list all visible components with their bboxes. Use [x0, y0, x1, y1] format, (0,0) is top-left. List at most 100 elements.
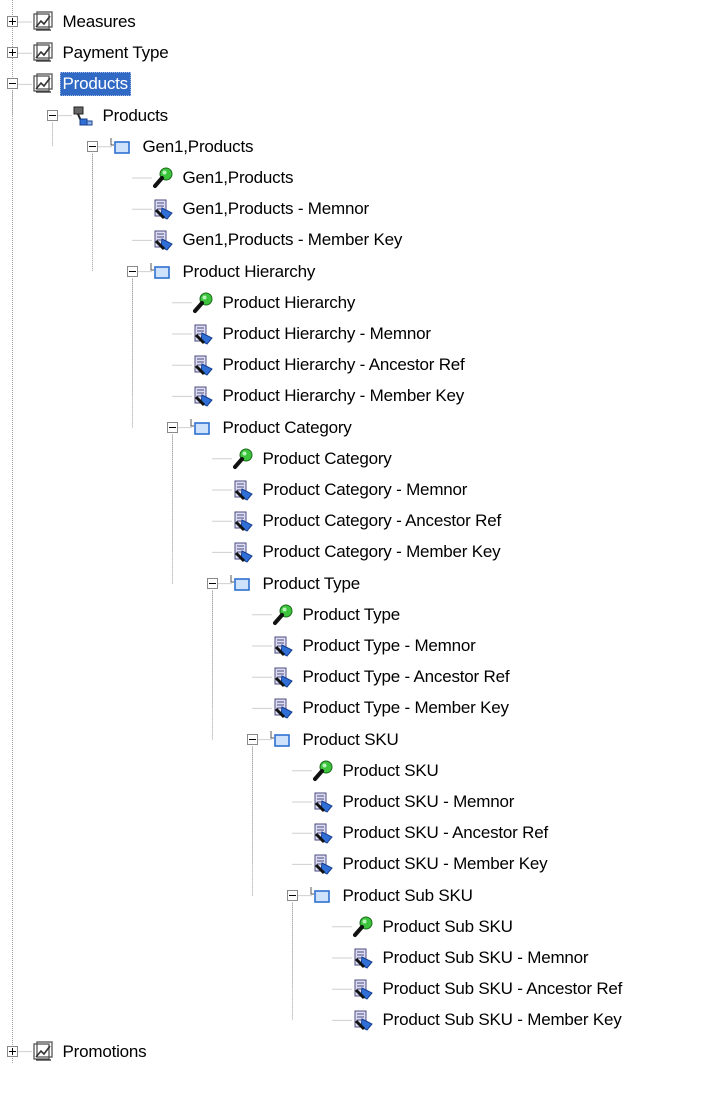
tree-item-label: Product Category - Memnor: [262, 480, 468, 499]
tree-item-gen1-products[interactable]: Gen1,Products: [86, 134, 717, 160]
dimension-icon: [32, 73, 54, 95]
tree-item-label: Gen1,Products - Memnor: [182, 199, 370, 219]
attribute-icon: [352, 947, 374, 969]
tree-item-measures[interactable]: Measures: [6, 9, 717, 35]
tree-item-label: Payment Type: [62, 43, 169, 63]
attribute-icon: [272, 697, 294, 720]
attribute-icon: [312, 791, 334, 813]
tree-item-payment-type[interactable]: Payment Type: [6, 40, 717, 66]
tree-item-label: Product Sub SKU - Ancestor Ref: [382, 979, 623, 999]
tree-item-product-type[interactable]: Product Type: [247, 602, 717, 628]
tree-item-label: Product Type - Member Key: [302, 698, 510, 718]
attribute-icon: [272, 666, 294, 688]
tree-item-label: Product SKU - Ancestor Ref: [342, 823, 549, 843]
tree-item-product-category-memnor[interactable]: Product Category - Memnor: [207, 477, 717, 503]
tree-item-label: Product Type: [262, 573, 361, 593]
collapse-icon[interactable]: [46, 109, 58, 121]
expand-icon[interactable]: [6, 47, 18, 59]
tree-item-label: Product Category - Member Key: [262, 542, 501, 562]
tree-item-product-type[interactable]: Product Type: [206, 571, 717, 597]
tree-item-product-sku-ancestor-ref[interactable]: Product SKU - Ancestor Ref: [287, 820, 717, 846]
collapse-icon[interactable]: [6, 78, 18, 90]
tree-item-label: Product Hierarchy - Member Key: [222, 386, 465, 406]
tree-item-product-sub-sku[interactable]: Product Sub SKU: [286, 883, 717, 909]
collapse-icon[interactable]: [246, 733, 258, 745]
tree-item-label: Product Sub SKU: [382, 916, 513, 936]
tree-item-product-hierarchy-ancestor-ref[interactable]: Product Hierarchy - Ancestor Ref: [167, 352, 717, 378]
tree-item-gen1-products-memnor[interactable]: Gen1,Products - Memnor: [127, 196, 717, 222]
tree-item-label: Product Type - Ancestor Ref: [302, 667, 510, 687]
tree-item-gen1-products-member-key[interactable]: Gen1,Products - Member Key: [127, 227, 717, 253]
tree-item-product-sku[interactable]: Product SKU: [246, 727, 717, 753]
tree-item-product-sub-sku-member-key[interactable]: Product Sub SKU - Member Key: [327, 1007, 717, 1033]
tree-item-label: Product Hierarchy: [222, 292, 356, 312]
key-icon: [272, 604, 294, 626]
attribute-icon: [312, 853, 334, 876]
tree-item-label: Product Hierarchy - Ancestor Ref: [222, 355, 465, 375]
attribute-icon: [192, 354, 214, 376]
dimension-icon: [32, 42, 54, 64]
level-icon: [109, 136, 131, 158]
tree-item-label: Gen1,Products - Member Key: [182, 230, 403, 250]
tree-item-label: Products: [102, 105, 169, 125]
tree-item-product-sub-sku-memnor[interactable]: Product Sub SKU - Memnor: [327, 945, 717, 971]
level-icon: [189, 417, 211, 439]
key-icon: [192, 292, 214, 314]
collapse-icon[interactable]: [206, 577, 218, 589]
expand-icon[interactable]: [6, 16, 18, 27]
collapse-icon[interactable]: [286, 889, 298, 901]
tree-item-label: Product Sub SKU - Memnor: [382, 948, 589, 967]
attribute-icon: [272, 635, 294, 657]
attribute-icon: [192, 323, 214, 345]
attribute-icon: [232, 510, 254, 532]
key-icon: [352, 916, 374, 938]
tree-item-product-type-member-key[interactable]: Product Type - Member Key: [247, 695, 717, 721]
tree-item-label: Product Hierarchy: [182, 261, 316, 281]
tree-item-product-type-ancestor-ref[interactable]: Product Type - Ancestor Ref: [247, 664, 717, 690]
tree-item-product-category-member-key[interactable]: Product Category - Member Key: [207, 539, 717, 565]
attribute-icon: [232, 479, 254, 501]
tree-item-label: Product SKU: [342, 760, 439, 780]
attribute-icon: [352, 978, 374, 1000]
tree-item-gen1-products[interactable]: Gen1,Products: [127, 165, 717, 191]
attribute-icon: [232, 541, 254, 564]
tree-item-product-sku-memnor[interactable]: Product SKU - Memnor: [287, 789, 717, 815]
tree-item-label: Product Category - Ancestor Ref: [262, 511, 502, 531]
collapse-icon[interactable]: [86, 140, 98, 152]
tree-item-promotions[interactable]: Promotions: [6, 1039, 717, 1065]
tree-item-label: Product Category: [222, 417, 352, 437]
tree-item-product-sub-sku[interactable]: Product Sub SKU: [327, 914, 717, 940]
key-icon: [152, 167, 174, 189]
tree-item-label: Product Sub SKU: [342, 885, 473, 905]
tree-item-label: Products: [59, 72, 131, 97]
tree-item-product-sku-member-key[interactable]: Product SKU - Member Key: [287, 851, 717, 877]
key-icon: [312, 760, 334, 782]
tree-item-label: Product Category: [262, 448, 392, 468]
tree-item-product-hierarchy[interactable]: Product Hierarchy: [126, 259, 717, 285]
key-icon: [232, 448, 254, 470]
tree-item-product-hierarchy-member-key[interactable]: Product Hierarchy - Member Key: [167, 383, 717, 409]
level-icon: [149, 261, 171, 283]
tree-item-product-category-ancestor-ref[interactable]: Product Category - Ancestor Ref: [207, 508, 717, 534]
collapse-icon[interactable]: [126, 265, 138, 277]
tree-item-product-sub-sku-ancestor-ref[interactable]: Product Sub SKU - Ancestor Ref: [327, 976, 717, 1002]
tree-item-label: Gen1,Products: [142, 136, 254, 156]
tree-view[interactable]: Measures Payment Type Products Products Gen1…: [0, 0, 722, 1098]
tree-item-product-hierarchy-memnor[interactable]: Product Hierarchy - Memnor: [167, 321, 717, 347]
tree-item-label: Product Type: [302, 604, 401, 624]
attribute-icon: [352, 1009, 374, 1032]
tree-item-products[interactable]: Products: [6, 71, 717, 97]
tree-item-product-hierarchy[interactable]: Product Hierarchy: [167, 290, 717, 316]
tree-item-label: Gen1,Products: [182, 168, 294, 187]
tree-item-products[interactable]: Products: [46, 103, 717, 129]
tree-item-product-category[interactable]: Product Category: [207, 446, 717, 472]
tree-item-label: Product SKU - Member Key: [342, 854, 548, 874]
expand-icon[interactable]: [6, 1045, 18, 1057]
attribute-icon: [152, 229, 174, 252]
collapse-icon[interactable]: [166, 421, 178, 433]
attribute-icon: [152, 198, 174, 220]
tree-item-product-category[interactable]: Product Category: [166, 415, 717, 441]
tree-item-product-sku[interactable]: Product SKU: [287, 758, 717, 784]
level-icon: [269, 729, 291, 751]
tree-item-product-type-memnor[interactable]: Product Type - Memnor: [247, 633, 717, 659]
